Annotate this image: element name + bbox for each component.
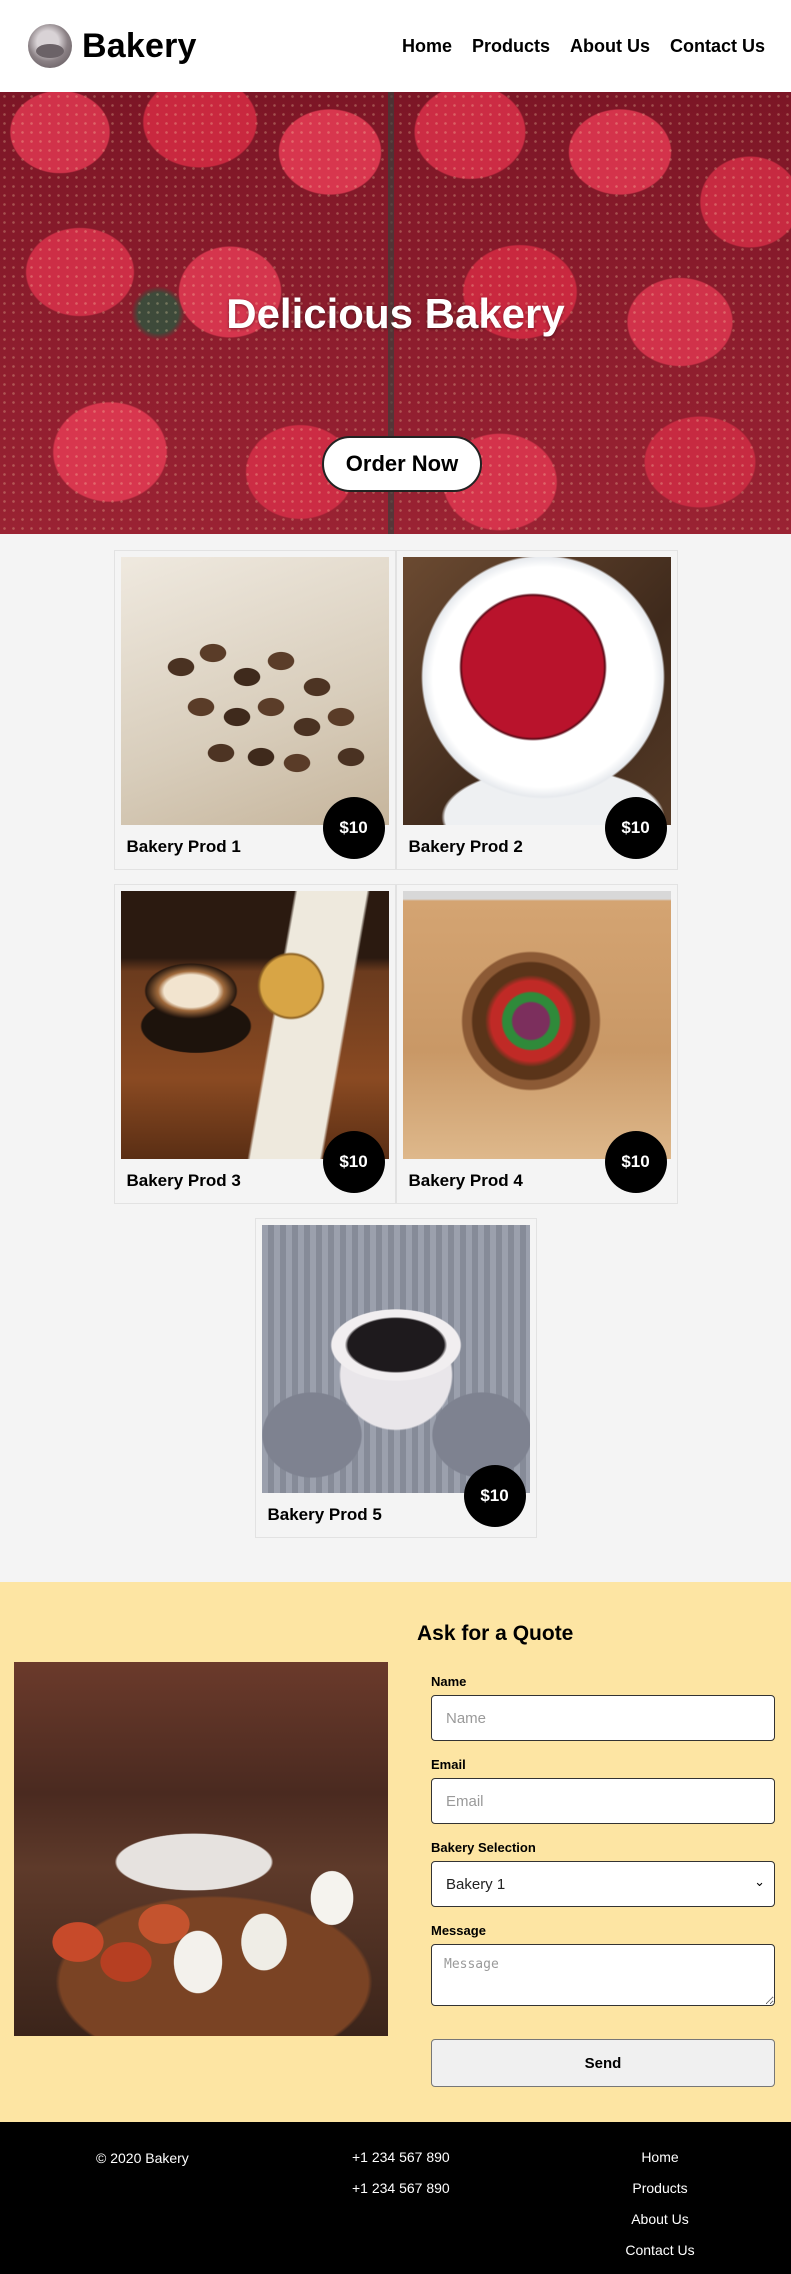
- coffee-beans-image: [120, 557, 389, 825]
- site-footer: © 2020 Bakery +1 234 567 890 +1 234 567 …: [0, 2122, 791, 2274]
- price-badge[interactable]: $10: [463, 1465, 526, 1527]
- products-grid: Bakery Prod 1 $10 Bakery Prod 2 $10 Bake…: [0, 534, 791, 1582]
- product-card[interactable]: Bakery Prod 5 $10: [254, 1218, 537, 1538]
- hero-banner: Delicious Bakery Order Now: [0, 92, 791, 534]
- footer-link-contact-us[interactable]: Contact Us: [610, 2235, 710, 2266]
- main-nav: Home Products About Us Contact Us: [402, 36, 765, 57]
- footer-link-about-us[interactable]: About Us: [610, 2204, 710, 2235]
- product-card[interactable]: Bakery Prod 3 $10: [113, 884, 396, 1204]
- product-card[interactable]: Bakery Prod 1 $10: [113, 550, 396, 870]
- email-input[interactable]: [431, 1778, 775, 1824]
- phone-number: +1 234 567 890: [352, 2180, 450, 2196]
- bakery-selection-select[interactable]: Bakery 1: [431, 1861, 775, 1907]
- products-wrap: Bakery Prod 1 $10 Bakery Prod 2 $10 Bake…: [113, 550, 678, 1538]
- quote-form: Name Email Bakery Selection Bakery 1 ⌄ M…: [431, 1674, 775, 2087]
- phone-list: +1 234 567 890 +1 234 567 890: [352, 2142, 450, 2204]
- footer-link-home[interactable]: Home: [610, 2142, 710, 2173]
- price-badge[interactable]: $10: [322, 1131, 385, 1193]
- footer-link-products[interactable]: Products: [610, 2173, 710, 2204]
- price-badge[interactable]: $10: [604, 1131, 667, 1193]
- copyright-text: © 2020 Bakery: [96, 2150, 189, 2166]
- product-card[interactable]: Bakery Prod 2 $10: [395, 550, 678, 870]
- message-textarea[interactable]: [431, 1944, 775, 2006]
- brand-name: Bakery: [82, 26, 197, 65]
- footer-links: Home Products About Us Contact Us: [610, 2142, 710, 2266]
- product-card[interactable]: Bakery Prod 4 $10: [395, 884, 678, 1204]
- message-label: Message: [431, 1923, 486, 1938]
- order-now-button[interactable]: Order Now: [322, 436, 482, 492]
- bakery-selection-label: Bakery Selection: [431, 1840, 536, 1855]
- nav-products[interactable]: Products: [472, 36, 550, 57]
- cafe-table-image: [14, 1662, 388, 2036]
- name-input[interactable]: [431, 1695, 775, 1741]
- price-badge[interactable]: $10: [604, 797, 667, 859]
- site-header: Bakery Home Products About Us Contact Us: [0, 0, 791, 92]
- latte-image: [120, 891, 389, 1159]
- nav-home[interactable]: Home: [402, 36, 452, 57]
- bakery-selection-wrap: Bakery 1 ⌄: [431, 1861, 775, 1923]
- quote-title: Ask for a Quote: [417, 1622, 574, 1645]
- raspberries-image: [402, 557, 671, 825]
- price-badge[interactable]: $10: [322, 797, 385, 859]
- email-label: Email: [431, 1757, 466, 1772]
- name-label: Name: [431, 1674, 467, 1689]
- brand[interactable]: Bakery: [28, 24, 197, 68]
- nav-contact-us[interactable]: Contact Us: [670, 36, 765, 57]
- quote-section: Ask for a Quote Name Email Bakery Select…: [0, 1582, 791, 2122]
- nav-about-us[interactable]: About Us: [570, 36, 650, 57]
- phone-number: +1 234 567 890: [352, 2149, 450, 2165]
- salad-bowl-image: [402, 891, 671, 1159]
- coffee-mug-image: [261, 1225, 530, 1493]
- brand-logo: [28, 24, 72, 68]
- hero-title: Delicious Bakery: [226, 290, 565, 337]
- send-button[interactable]: Send: [431, 2039, 775, 2087]
